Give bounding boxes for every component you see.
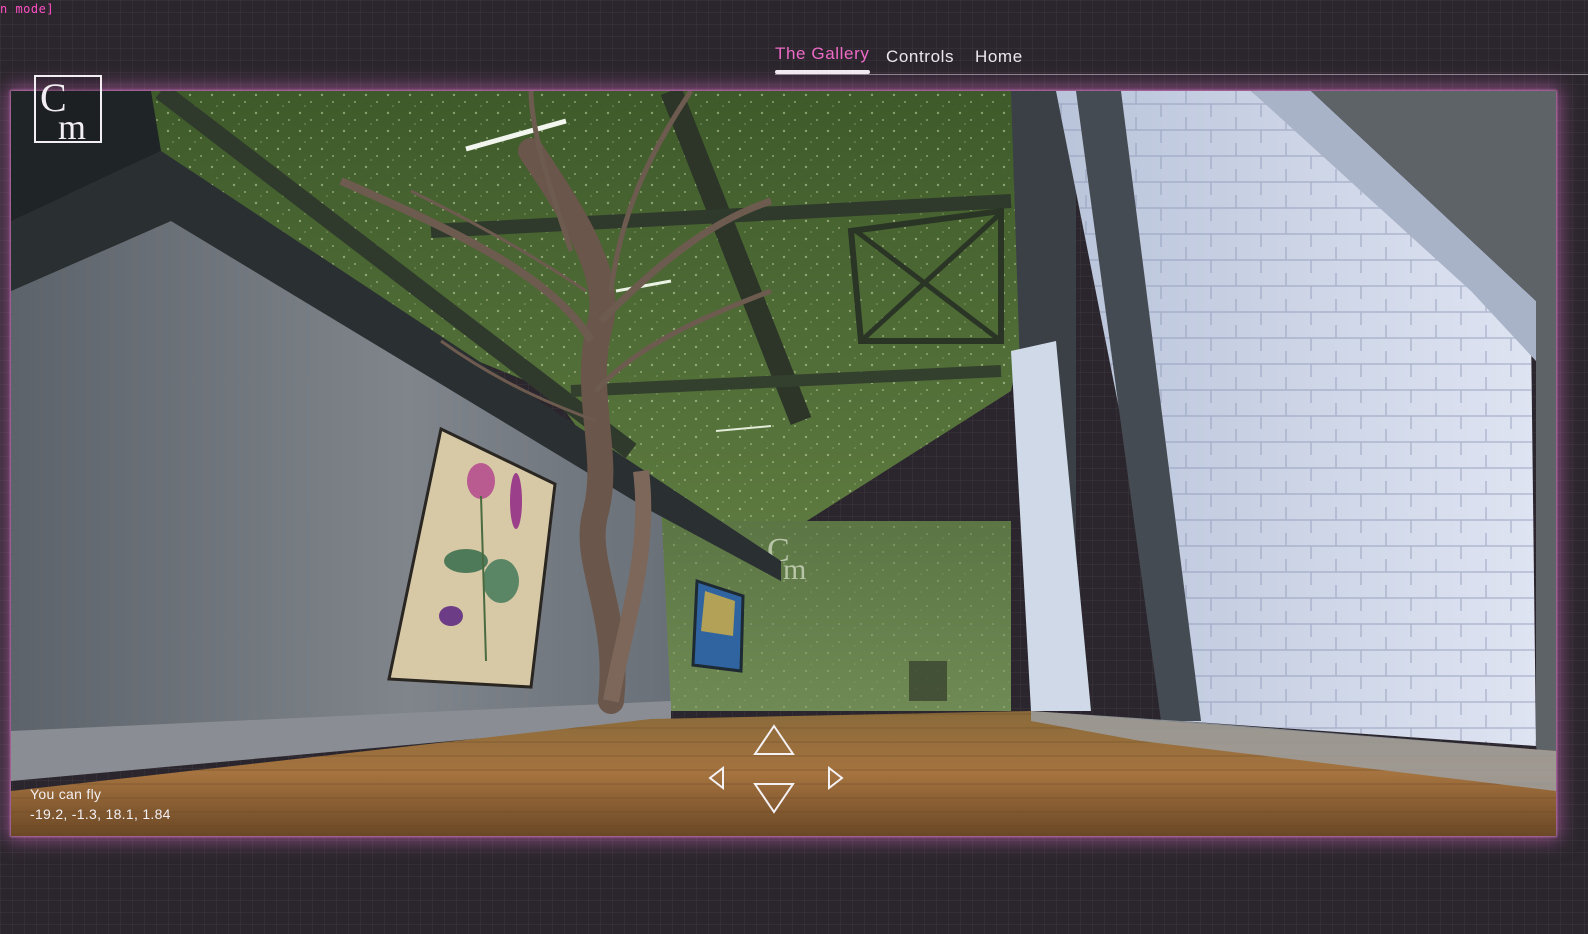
nav-item-home[interactable]: Home [975,47,1023,67]
svg-text:m: m [783,553,806,586]
active-tab-underline [775,70,870,74]
fly-status-text: You can fly [30,786,102,802]
turn-left-button[interactable] [708,766,726,790]
mode-indicator-text: n mode] [0,2,55,16]
move-backward-button[interactable] [753,782,795,814]
coordinates-readout: -19.2, -1.3, 18.1, 1.84 [30,806,171,822]
arrow-down-icon [753,783,795,814]
nav-item-controls[interactable]: Controls [886,47,954,67]
turn-right-button[interactable] [826,766,844,790]
arrow-left-icon [708,766,724,790]
arrow-right-icon [828,766,844,790]
nav-item-the-gallery[interactable]: The Gallery [775,44,869,64]
top-navigation: The Gallery Controls Home [775,40,1588,75]
cm-logo-mark: C m [40,75,86,147]
cm-logo[interactable]: C m [34,75,102,147]
logo-letter-m: m [58,107,86,141]
arrow-up-icon [753,724,795,755]
status-overlay: You can fly -19.2, -1.3, 18.1, 1.84 [30,784,171,824]
move-forward-button[interactable] [753,724,795,756]
